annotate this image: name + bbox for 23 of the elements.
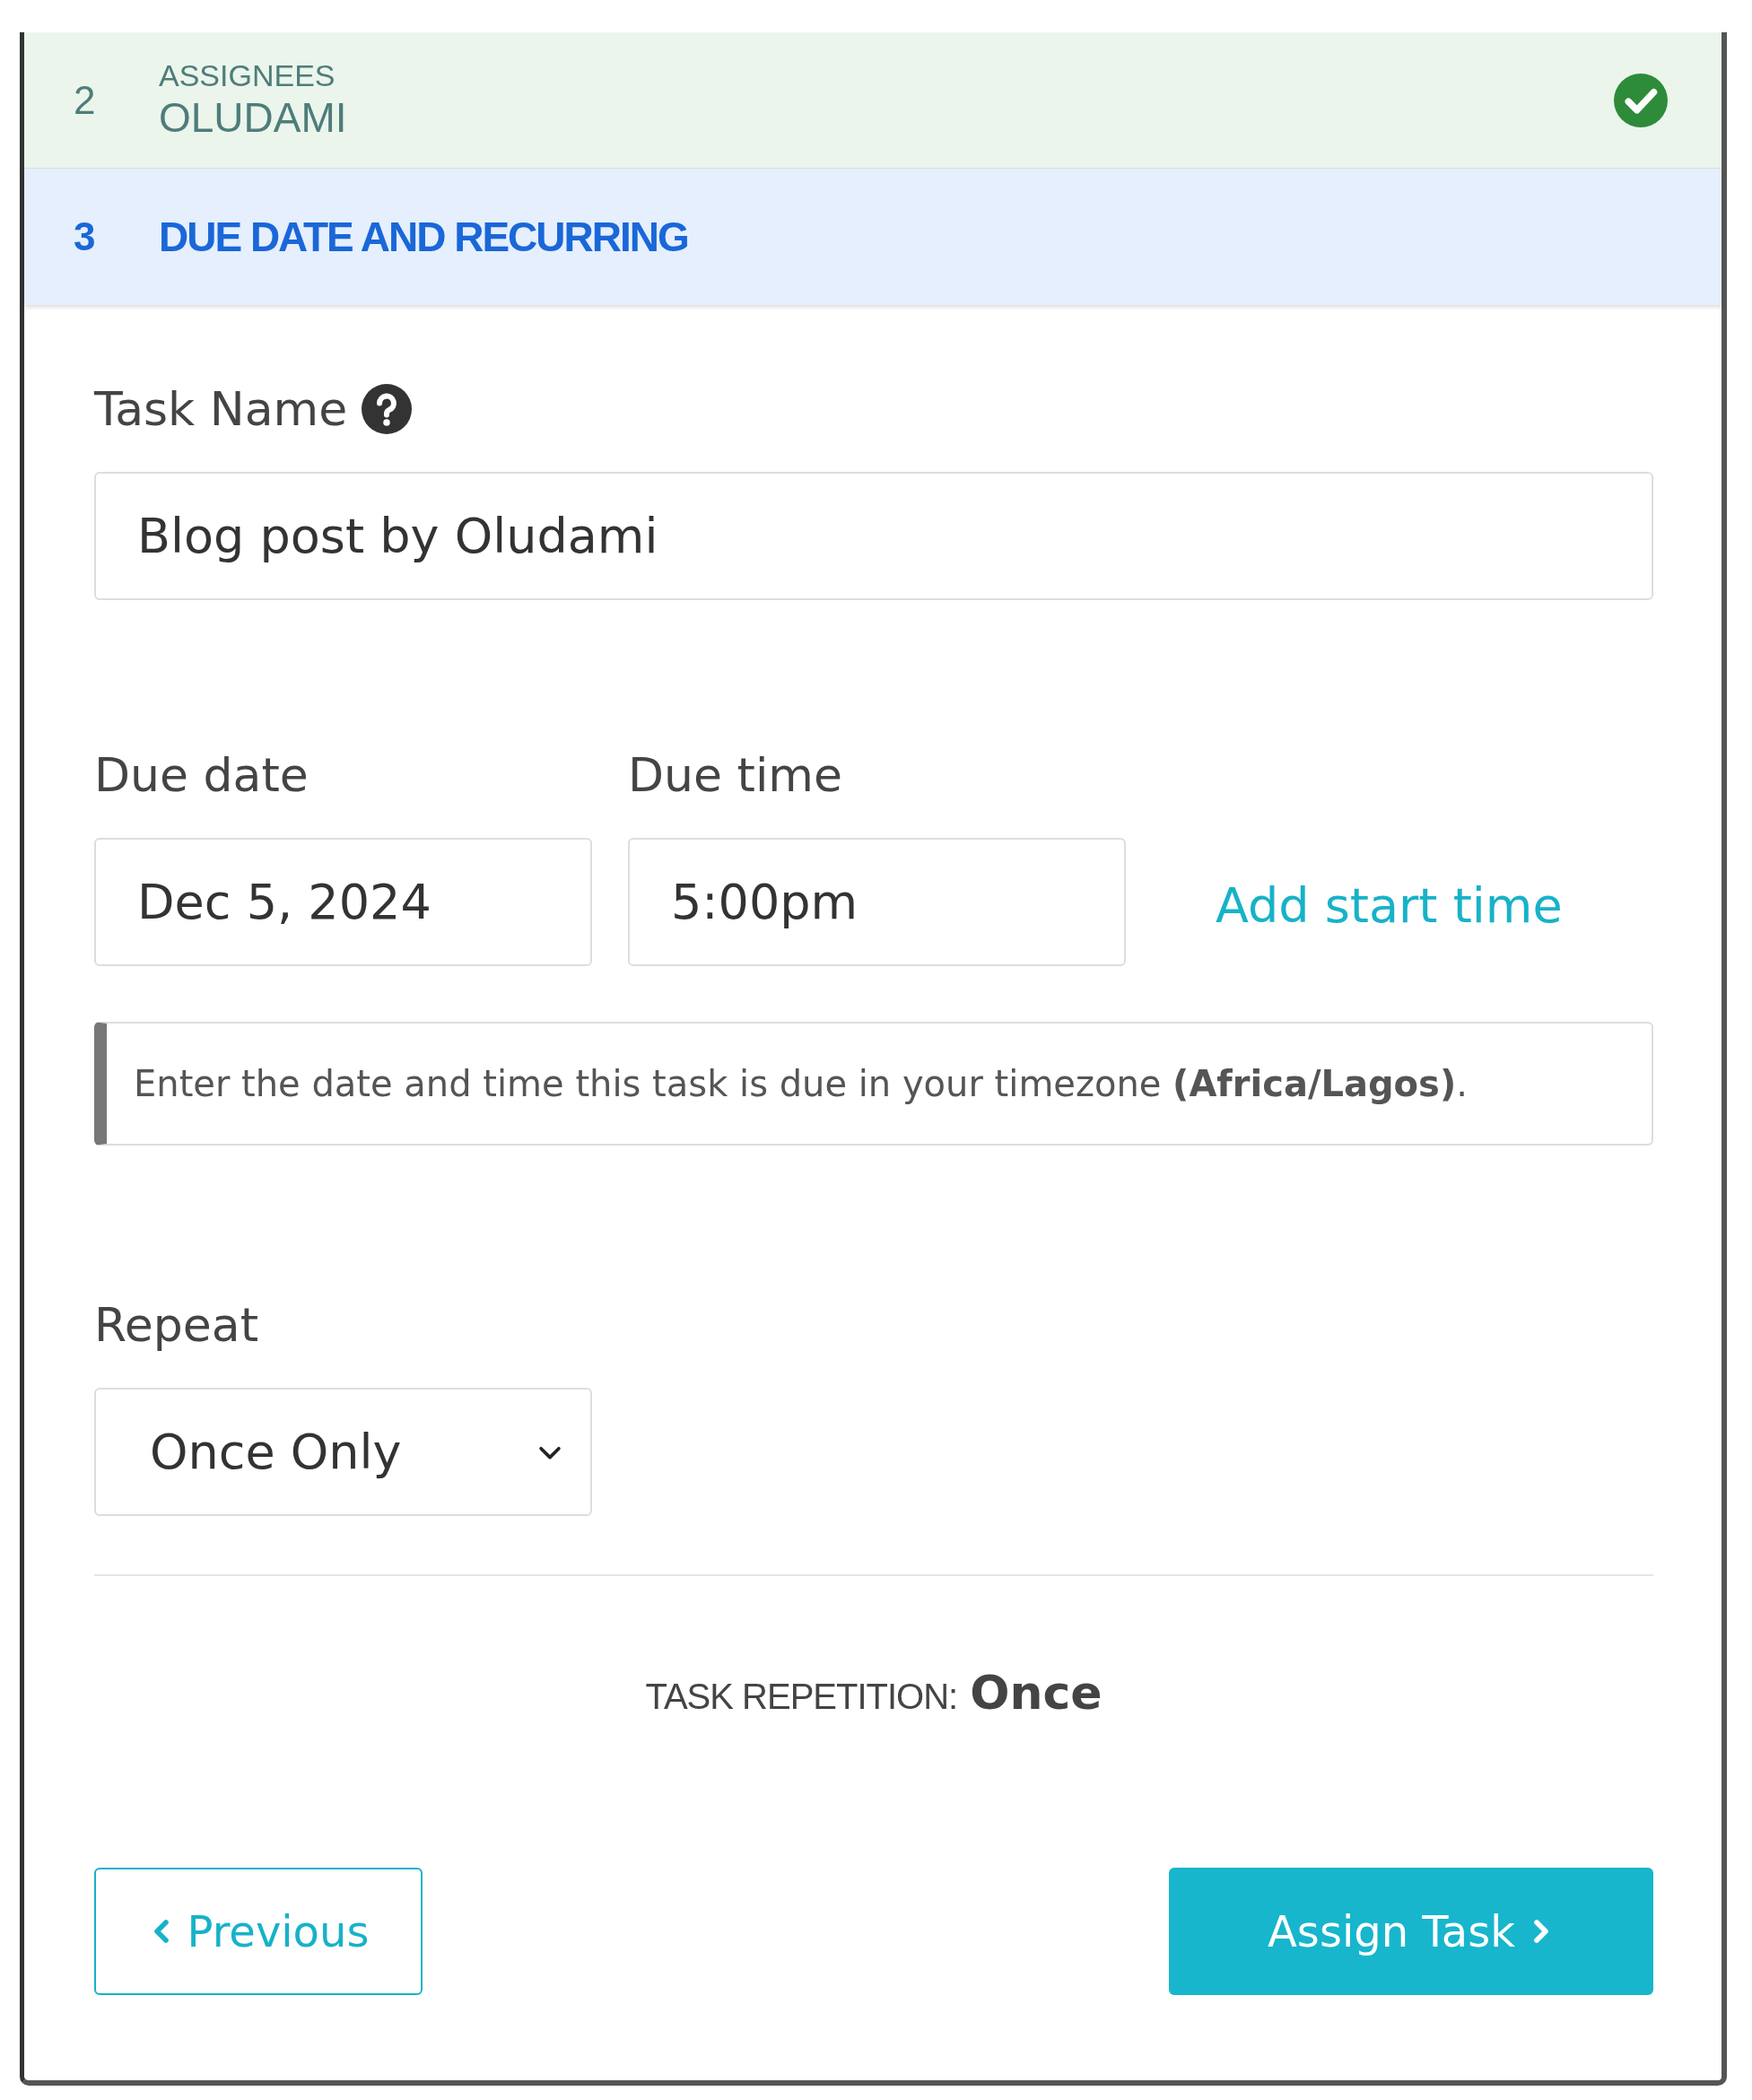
step-header[interactable]: 3 DUE DATE AND RECURRING	[24, 169, 1721, 305]
step-value: OLUDAMI	[159, 93, 348, 142]
input-field[interactable]: Blog post by Oludami	[94, 472, 1653, 600]
check-circle-icon	[1614, 73, 1668, 127]
info-note: Enter the date and time this task is due in your timezone (Africa/Lagos).	[94, 1022, 1653, 1146]
field-label: Task Name	[94, 382, 348, 436]
previous-button[interactable]: Previous	[94, 1868, 423, 1995]
add-start-time-link[interactable]: Add start time	[1216, 877, 1563, 934]
step-number: 3	[74, 214, 97, 259]
input-field[interactable]: Dec 5, 2024	[94, 838, 592, 966]
step-header[interactable]: 2 ASSIGNEES OLUDAMI	[24, 32, 1721, 169]
step-number: 2	[74, 77, 97, 123]
field-label: Due date	[94, 748, 309, 802]
summary-value: Once	[970, 1666, 1103, 1720]
help-icon	[362, 384, 413, 434]
dropdown[interactable]: Once Only	[94, 1388, 592, 1516]
step-title: ASSIGNEES	[159, 58, 336, 93]
input-field[interactable]: 5:00pm	[628, 838, 1126, 966]
step-title: DUE DATE AND RECURRING	[159, 213, 689, 261]
field-label: Due time	[628, 748, 842, 802]
summary-label: TASK REPETITION:	[645, 1677, 958, 1717]
assign-task-button[interactable]: Assign Task	[1169, 1868, 1653, 1995]
field-label: Repeat	[94, 1298, 259, 1352]
